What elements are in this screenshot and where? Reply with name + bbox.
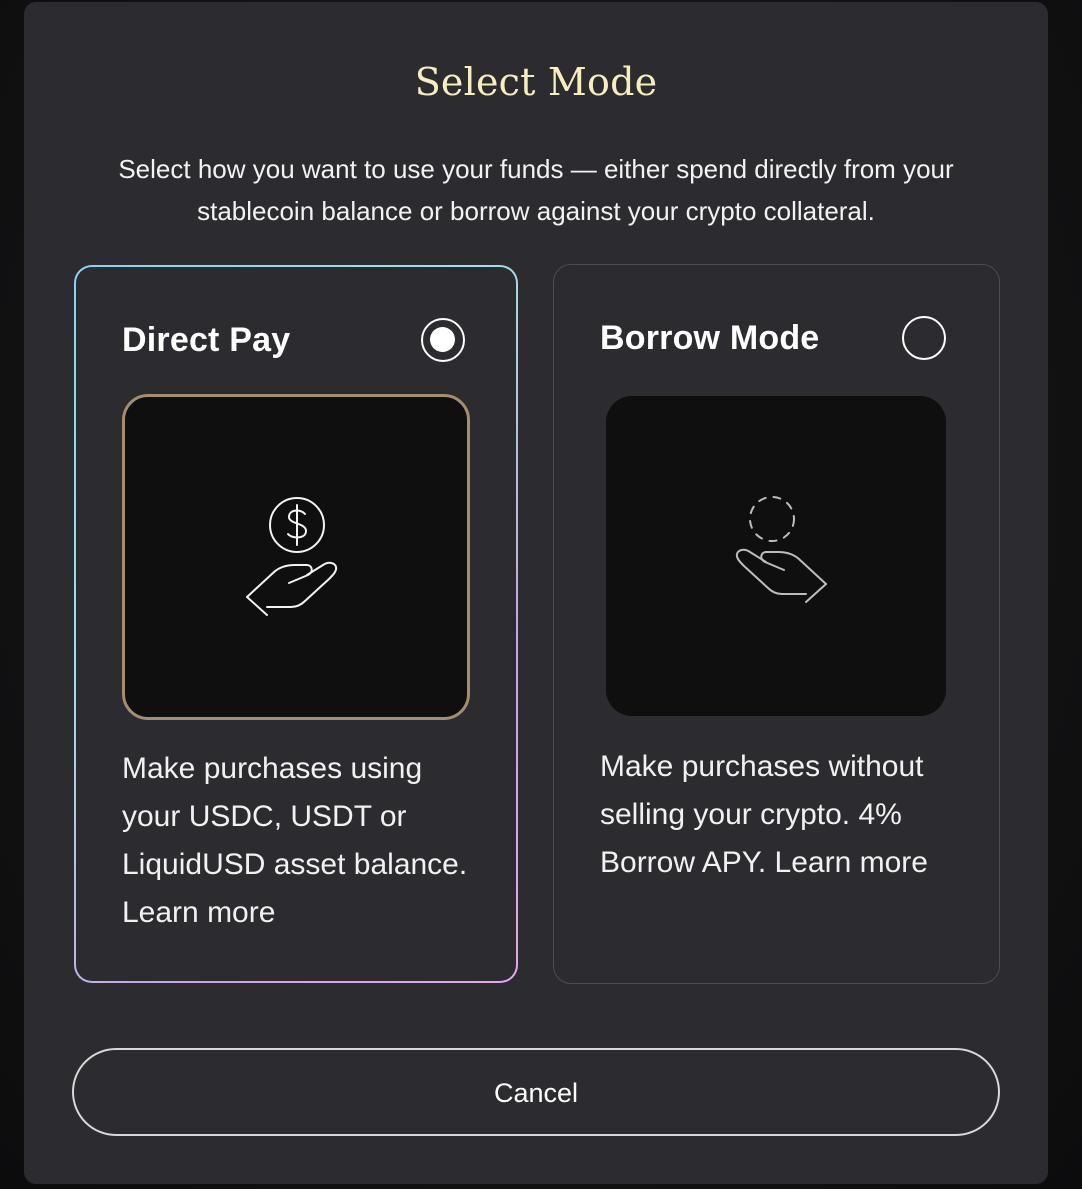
radio-direct-pay[interactable] <box>421 318 465 362</box>
option-description-borrow-mode: Make purchases without selling your cryp… <box>600 750 928 879</box>
hand-holding-dollar-coin-icon <box>246 497 338 616</box>
radio-selected-dot <box>430 327 455 352</box>
dialog-title: Select Mode <box>414 60 658 104</box>
cancel-button[interactable]: Cancel <box>72 1048 1000 1136</box>
option-description-direct-pay: Make purchases using your USDC, USDT or … <box>122 752 468 929</box>
select-mode-dialog: Select Mode Select how you want to use y… <box>24 2 1048 1184</box>
borrow-mode-illustration <box>606 396 946 716</box>
option-card-borrow-mode[interactable]: Borrow Mode Make purchases without selli… <box>553 264 1000 984</box>
option-title-direct-pay: Direct Pay <box>122 321 291 359</box>
dialog-subtitle: Select how you want to use your funds — … <box>118 154 954 226</box>
direct-pay-illustration <box>122 394 470 720</box>
radio-borrow-mode[interactable] <box>902 316 946 360</box>
option-card-direct-pay[interactable]: Direct Pay Make purchases using your USD… <box>74 265 518 983</box>
option-title-borrow-mode: Borrow Mode <box>600 319 820 357</box>
hand-holding-dashed-coin-icon <box>735 496 827 603</box>
